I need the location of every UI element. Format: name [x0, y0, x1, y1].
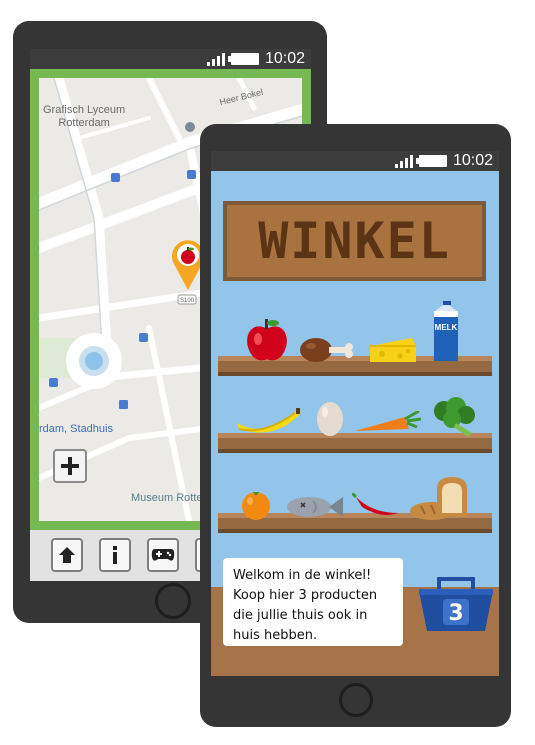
map-label-museum: Museum Rotter — [131, 492, 207, 504]
fish-icon[interactable] — [285, 493, 345, 521]
shop-sign: WINKEL — [223, 201, 486, 281]
banana-icon[interactable] — [235, 407, 303, 437]
carrot-icon[interactable] — [353, 411, 423, 439]
info-icon — [113, 546, 117, 564]
welcome-message: Welkom in de winkel! Koop hier 3 product… — [223, 558, 403, 646]
zoom-in-button[interactable] — [53, 449, 87, 483]
battery-icon — [227, 53, 259, 65]
home-icon — [59, 547, 75, 563]
bread-icon[interactable] — [433, 475, 471, 519]
battery-icon — [415, 155, 447, 167]
clock: 10:02 — [452, 152, 493, 169]
apple-icon[interactable] — [244, 317, 290, 363]
signal-icon — [206, 52, 225, 66]
chili-pepper-icon[interactable] — [352, 493, 402, 519]
milk-carton-icon[interactable]: MELK — [431, 301, 461, 363]
broccoli-icon[interactable] — [432, 397, 478, 437]
drumstick-icon[interactable] — [299, 336, 357, 364]
signal-icon — [394, 154, 413, 168]
shop-title: WINKEL — [258, 212, 451, 270]
shop-screen: WINKEL MELK Welkom in de winkel! Koop hi… — [211, 171, 499, 676]
phone-home-button[interactable] — [155, 583, 191, 619]
info-button[interactable] — [99, 538, 131, 572]
game-button[interactable] — [147, 538, 179, 572]
plus-icon — [61, 457, 79, 475]
cheese-icon[interactable] — [368, 336, 418, 364]
home-button[interactable] — [51, 538, 83, 572]
apple-icon — [181, 250, 195, 264]
basket-count: 3 — [448, 601, 463, 626]
egg-icon[interactable] — [315, 397, 345, 437]
svg-text:S100: S100 — [180, 298, 195, 304]
phone-home-button[interactable] — [339, 683, 373, 717]
map-label-stadhuis: rdam, Stadhuis — [39, 423, 113, 435]
status-bar: 10:02 — [30, 49, 311, 69]
clock: 10:02 — [264, 50, 305, 67]
map-label-grafisch-lyceum: Grafisch Lyceum Rotterdam — [43, 104, 126, 129]
basket-button[interactable]: 3 — [417, 573, 495, 633]
transit-icon — [187, 170, 196, 179]
svg-text:MELK: MELK — [435, 323, 458, 332]
phone-shop: 10:02 WINKEL MELK Welkom in de winkel! K… — [200, 124, 511, 727]
gamepad-icon — [151, 549, 175, 561]
status-bar: 10:02 — [211, 151, 499, 171]
orange-icon[interactable] — [239, 489, 273, 521]
